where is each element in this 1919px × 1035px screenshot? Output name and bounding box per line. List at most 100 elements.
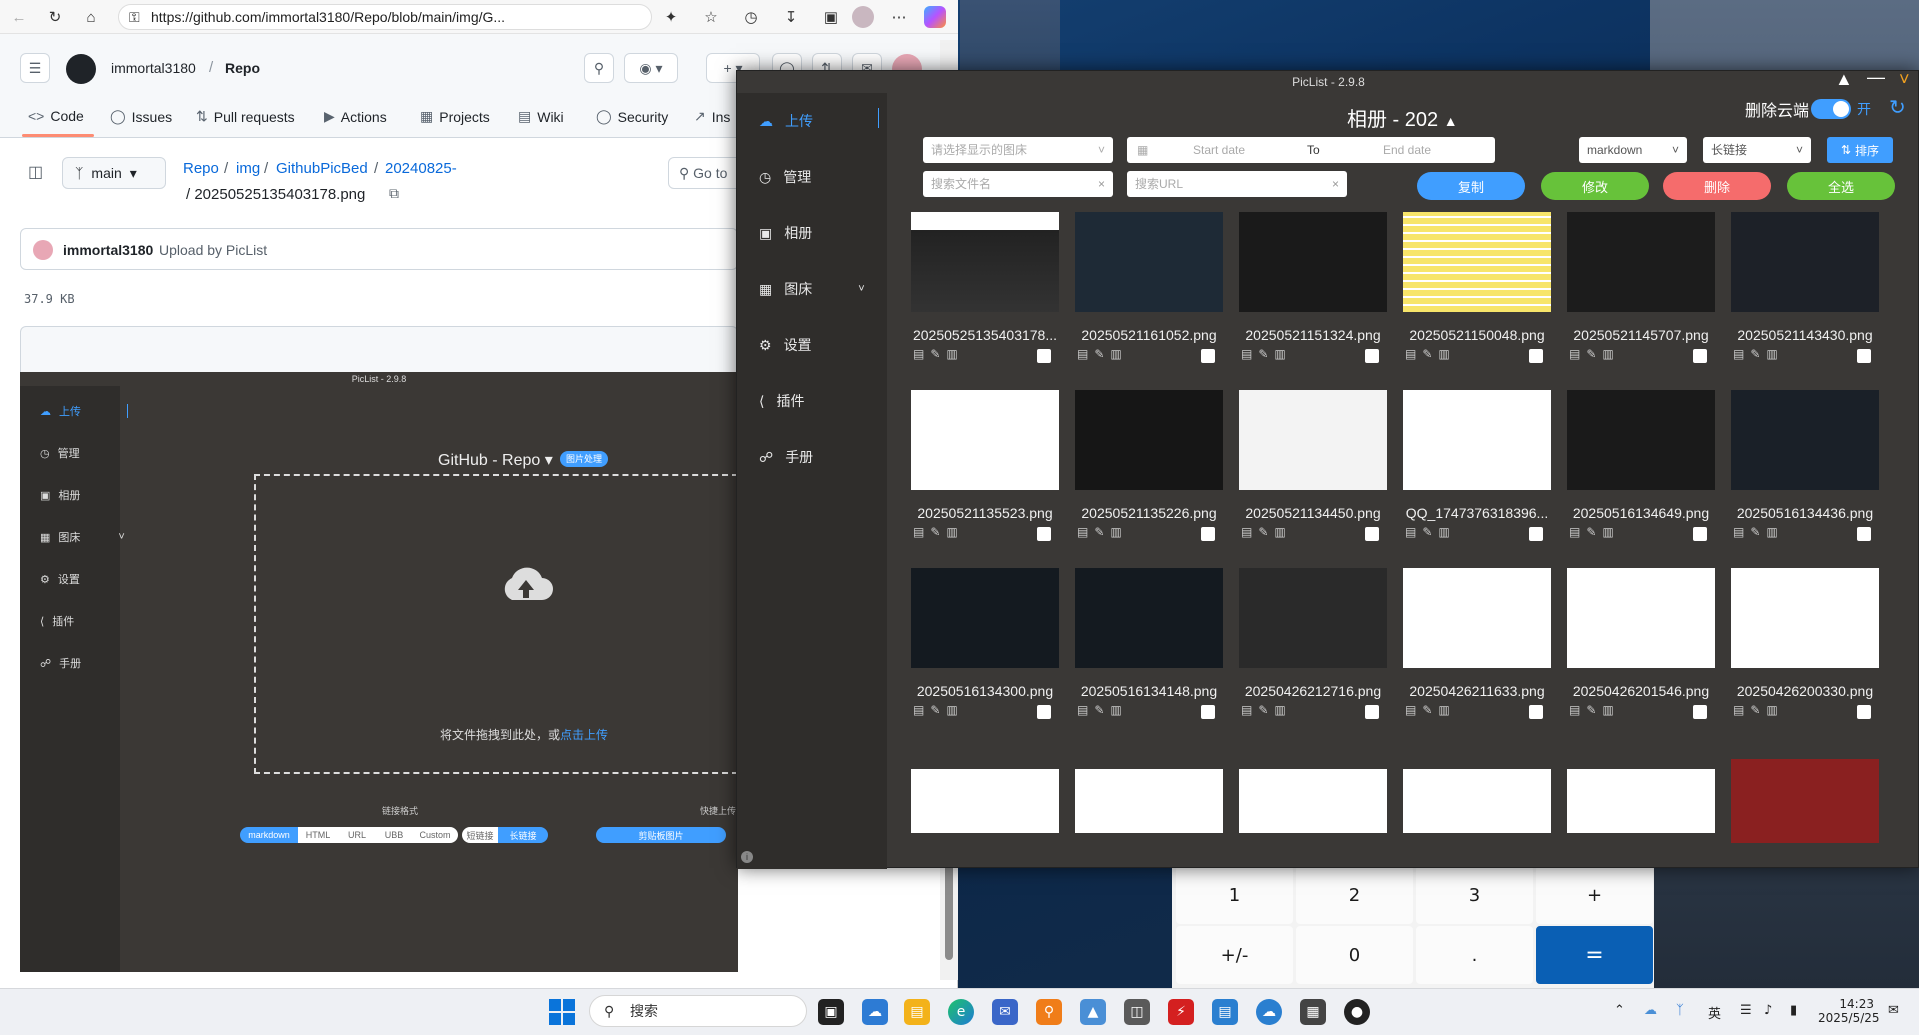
qq-icon[interactable]: ● (1344, 999, 1370, 1025)
edit-icon[interactable]: ✎ (1094, 347, 1104, 361)
image-thumbnail[interactable] (1731, 383, 1879, 497)
extensions-icon[interactable]: ✦ (660, 6, 682, 28)
select-checkbox[interactable] (1365, 349, 1379, 363)
tab-security[interactable]: ◯ Security (596, 108, 668, 125)
edit-icon[interactable]: ✎ (1750, 347, 1760, 361)
image-thumbnail[interactable] (1075, 759, 1223, 843)
edit-icon[interactable]: ✎ (1750, 525, 1760, 539)
calc-key-2[interactable]: 2 (1296, 866, 1413, 924)
image-thumbnail[interactable] (911, 759, 1059, 843)
calc-key-0[interactable]: 0 (1296, 926, 1413, 984)
tab-insights[interactable]: ↗ Ins (694, 108, 730, 125)
trash-icon[interactable]: ▥ (1438, 347, 1449, 361)
copy-path-icon[interactable]: ⧉ (389, 185, 399, 202)
image-thumbnail[interactable] (1567, 561, 1715, 675)
file-icon[interactable]: ▤ (1241, 347, 1252, 361)
image-thumbnail[interactable] (911, 383, 1059, 497)
recycle-bin-icon[interactable]: ◫ (1124, 999, 1150, 1025)
edit-icon[interactable]: ✎ (1586, 347, 1596, 361)
trash-icon[interactable]: ▥ (1438, 525, 1449, 539)
select-checkbox[interactable] (1201, 527, 1215, 541)
image-thumbnail[interactable] (1239, 383, 1387, 497)
file-icon[interactable]: ▤ (1569, 347, 1580, 361)
select-checkbox[interactable] (1529, 705, 1543, 719)
edit-icon[interactable]: ✎ (1586, 525, 1596, 539)
trash-icon[interactable]: ▥ (1110, 525, 1121, 539)
trash-icon[interactable]: ▥ (1274, 703, 1285, 717)
battery-icon[interactable]: ▮ (1790, 1003, 1797, 1018)
screenshot-icon[interactable]: ▣ (820, 6, 842, 28)
trash-icon[interactable]: ▥ (1766, 347, 1777, 361)
calc-key-negate[interactable]: +/- (1176, 926, 1293, 984)
mini-badge[interactable]: 图片处理 (560, 451, 609, 467)
calc-key-plus[interactable]: + (1536, 866, 1653, 924)
edit-icon[interactable]: ✎ (1094, 703, 1104, 717)
image-thumbnail[interactable] (1731, 759, 1879, 843)
edit-icon[interactable]: ✎ (930, 525, 940, 539)
trash-icon[interactable]: ▥ (946, 703, 957, 717)
image-thumbnail[interactable] (1403, 561, 1551, 675)
select-checkbox[interactable] (1037, 705, 1051, 719)
search-app-icon[interactable]: ⚲ (1036, 999, 1062, 1025)
home-icon[interactable]: ⌂ (80, 6, 102, 28)
breadcrumb-folder[interactable]: GithubPicBed (276, 160, 368, 177)
trash-icon[interactable]: ▥ (1766, 703, 1777, 717)
trash-icon[interactable]: ▥ (1274, 347, 1285, 361)
windows-start-icon[interactable] (549, 999, 575, 1025)
volume-icon[interactable]: ♪ (1764, 1003, 1772, 1018)
search-icon[interactable]: ⚲ (584, 53, 614, 83)
taskbar-search-input[interactable]: ⚲ 搜索 (589, 995, 807, 1027)
file-tree-toggle-icon[interactable]: ◫ (28, 162, 43, 182)
image-thumbnail[interactable] (1403, 205, 1551, 319)
file-icon[interactable]: ▤ (1405, 347, 1416, 361)
file-icon[interactable]: ▤ (1077, 703, 1088, 717)
copilot-icon[interactable] (924, 6, 946, 28)
file-icon[interactable]: ▤ (1241, 703, 1252, 717)
trash-icon[interactable]: ▥ (946, 347, 957, 361)
chevron-up-icon[interactable]: ⌃ (1614, 1003, 1625, 1018)
image-thumbnail[interactable] (1731, 561, 1879, 675)
breadcrumb-img[interactable]: img (236, 160, 260, 177)
calc-key-1[interactable]: 1 (1176, 866, 1293, 924)
select-checkbox[interactable] (1693, 527, 1707, 541)
widgets-icon[interactable]: ☁ (862, 999, 888, 1025)
select-checkbox[interactable] (1857, 705, 1871, 719)
calc-key-3[interactable]: 3 (1416, 866, 1533, 924)
file-explorer-icon[interactable]: ▤ (904, 999, 930, 1025)
trash-icon[interactable]: ▥ (946, 525, 957, 539)
select-checkbox[interactable] (1529, 527, 1543, 541)
select-checkbox[interactable] (1365, 705, 1379, 719)
select-checkbox[interactable] (1857, 527, 1871, 541)
image-thumbnail[interactable] (1403, 759, 1551, 843)
refresh-icon[interactable]: ↻ (44, 6, 66, 28)
tab-projects[interactable]: ▦ Projects (420, 108, 490, 125)
edge-browser-icon[interactable]: e (948, 999, 974, 1025)
tab-wiki[interactable]: ▤ Wiki (518, 108, 564, 125)
image-thumbnail[interactable] (1567, 383, 1715, 497)
repo-owner[interactable]: immortal3180 (111, 60, 196, 76)
file-icon[interactable]: ▤ (1733, 347, 1744, 361)
select-checkbox[interactable] (1693, 705, 1707, 719)
file-icon[interactable]: ▤ (1405, 703, 1416, 717)
file-icon[interactable]: ▤ (913, 525, 924, 539)
back-icon[interactable]: ← (8, 6, 30, 28)
image-thumbnail[interactable] (1239, 759, 1387, 843)
select-checkbox[interactable] (1529, 349, 1543, 363)
select-checkbox[interactable] (1037, 527, 1051, 541)
image-thumbnail[interactable] (1239, 205, 1387, 319)
edit-icon[interactable]: ✎ (1422, 703, 1432, 717)
image-thumbnail[interactable] (1403, 383, 1551, 497)
select-checkbox[interactable] (1857, 349, 1871, 363)
tray-app-icon[interactable]: ☁ (1644, 1003, 1657, 1018)
tab-actions[interactable]: ▶ Actions (324, 108, 387, 125)
tab-issues[interactable]: ◯ Issues (110, 108, 172, 125)
edit-icon[interactable]: ✎ (1258, 703, 1268, 717)
address-input[interactable]: ⚿ https://github.com/immortal3180/Repo/b… (118, 4, 652, 30)
file-icon[interactable]: ▤ (1733, 703, 1744, 717)
edit-icon[interactable]: ✎ (1258, 347, 1268, 361)
scrollbar-thumb[interactable] (945, 860, 953, 960)
notepad-icon[interactable]: ▤ (1212, 999, 1238, 1025)
copilot-dropdown-icon[interactable]: ◉ ▾ (624, 53, 678, 83)
github-logo-icon[interactable] (66, 54, 96, 84)
task-view-icon[interactable]: ▣ (818, 999, 844, 1025)
